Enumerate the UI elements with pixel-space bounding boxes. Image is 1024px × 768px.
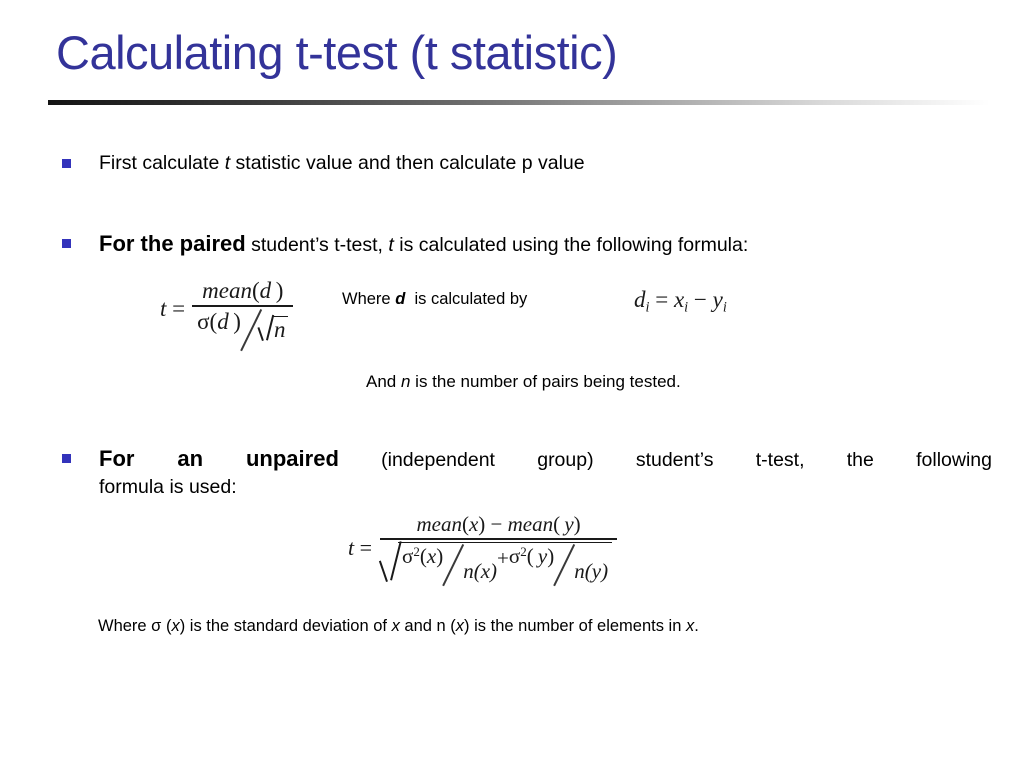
- eq2-t: t: [348, 534, 355, 560]
- equation-difference: di = xi − yi: [634, 287, 727, 317]
- page-title: Calculating t-test (t statistic): [56, 26, 618, 79]
- equation-paired-fraction: mean((d)d ) σ(d ) n: [192, 278, 294, 349]
- bullet-text: First calculate t statistic value and th…: [99, 150, 585, 177]
- sqrt-icon: σ2(x) n(x) + σ2( y) n(y): [385, 541, 613, 584]
- eqd-d-sub: i: [645, 299, 650, 316]
- equation-paired-sigma-term: σ(d ): [197, 309, 241, 335]
- and-n-suffix: is the number of pairs being tested.: [410, 372, 681, 391]
- equation-unpaired-t: t = mean(x) − mean( y) σ2(x) n(x) + σ2( …: [348, 512, 618, 590]
- eq2-ny-label: n(y): [574, 558, 609, 583]
- eq2-nx-label: n(x): [463, 558, 498, 583]
- eq2-sigma2: σ: [508, 543, 521, 568]
- bullet-text: For an unpaired (independent group) stud…: [99, 445, 992, 501]
- equation-unpaired-slash-y: [554, 544, 574, 584]
- bullet1-text-before: First calculate: [99, 152, 225, 174]
- eq2-mean2-arg: ( y): [553, 512, 581, 536]
- eq2-mean1-arg: (x): [461, 512, 486, 536]
- footnote-var1: x: [171, 617, 180, 635]
- eq1-sigma: σ: [197, 308, 210, 334]
- equation-paired-skew-fraction: σ(d ) n: [197, 309, 289, 349]
- footnote-var4: x: [685, 617, 695, 635]
- footnote-part4: ) is the number of elements in: [464, 617, 686, 635]
- bullet3-lead: For an unpaired: [99, 446, 339, 471]
- equation-unpaired-numerator: mean(x) − mean( y): [411, 512, 585, 538]
- eq1-mean: mean: [202, 278, 252, 303]
- eqd-x-sub: i: [684, 299, 689, 316]
- bullet3-line1-rest: (independent group) student’s t-test, th…: [338, 449, 992, 471]
- eq1-mean-arg: ((d)d ): [251, 278, 284, 303]
- eq2-n-x: n(x): [463, 559, 497, 584]
- radical-sign: [385, 542, 398, 584]
- eq2-plus: +: [497, 545, 509, 570]
- where-d-suffix: is calculated by: [409, 290, 528, 308]
- equation-paired-sqrt-n: n: [261, 315, 289, 349]
- bullet3-line1: For an unpaired (independent group) stud…: [99, 445, 992, 474]
- eq2-sigma2-x-term: σ2(x): [402, 544, 443, 569]
- bullet2-text-after: is calculated using the following formul…: [393, 234, 749, 256]
- bullet2-text-before: student’s t-test,: [245, 234, 389, 256]
- bullet-item-unpaired: For an unpaired (independent group) stud…: [62, 445, 992, 501]
- equation-paired-t: t = mean((d)d ) σ(d ) n: [160, 278, 294, 349]
- eq1-d: d: [259, 278, 272, 303]
- equation-unpaired-skew-fraction-y: σ2( y) n(y): [509, 544, 608, 584]
- bullet-square-icon: [62, 239, 71, 248]
- footnote-var2: x: [391, 617, 400, 635]
- bullet-text: For the paired student’s t-test, t is ca…: [99, 230, 748, 259]
- radical-sign: [261, 316, 272, 343]
- eq1-sigma-arg: (d ): [209, 308, 241, 334]
- eq2-mean2: mean: [507, 512, 554, 536]
- bullet-square-icon: [62, 159, 71, 168]
- eq2-minus: −: [490, 512, 503, 536]
- footnote-part2: ) is the standard deviation of: [179, 617, 392, 635]
- equation-unpaired-lhs: t =: [348, 535, 380, 567]
- eq1-equals: =: [172, 296, 186, 322]
- footnote-definitions: Where σ (x) is the standard deviation of…: [98, 617, 699, 636]
- title-divider: [48, 100, 990, 105]
- where-d-variable: d: [395, 290, 406, 308]
- eqd-x: x: [673, 287, 685, 312]
- equation-unpaired-fraction: mean(x) − mean( y) σ2(x) n(x) + σ2( y) n…: [380, 512, 618, 590]
- bullet-item-first-calculate: First calculate t statistic value and th…: [62, 150, 962, 177]
- eqd-y-sub: i: [722, 299, 727, 316]
- equation-paired-numerator: mean((d)d ): [197, 278, 288, 305]
- bullet-item-paired: For the paired student’s t-test, t is ca…: [62, 230, 992, 259]
- where-d-annotation: Where d is calculated by: [342, 290, 527, 309]
- eq2-equals: =: [359, 534, 373, 560]
- bullet1-text-after: statistic value and then calculate p val…: [230, 152, 585, 174]
- eq1-n: n: [271, 315, 289, 343]
- equation-unpaired-radicand: σ2(x) n(x) + σ2( y) n(y): [398, 541, 613, 584]
- eq2-sigma1: σ: [402, 543, 414, 568]
- eqd-y: y: [712, 287, 723, 312]
- equation-unpaired-slash-x: [443, 544, 463, 584]
- footnote-var3: x: [455, 617, 465, 635]
- footnote-part5: .: [694, 617, 699, 635]
- eq2-sigma1-arg: (x): [419, 543, 444, 568]
- equation-paired-denominator: σ(d ) n: [192, 307, 293, 349]
- bullet3-line2: formula is used:: [99, 476, 237, 498]
- eq2-sigma2-y-term: σ2( y): [509, 544, 554, 569]
- where-d-prefix: Where: [342, 290, 396, 308]
- bullet2-lead: For the paired: [99, 231, 246, 256]
- eq1-t: t: [160, 296, 167, 322]
- eq2-mean1: mean: [416, 512, 462, 536]
- equation-unpaired-denominator: σ2(x) n(x) + σ2( y) n(y): [380, 540, 617, 590]
- and-n-annotation: And n is the number of pairs being teste…: [366, 372, 681, 392]
- footnote-part1: Where σ (: [98, 617, 172, 635]
- eqd-minus: −: [693, 287, 707, 312]
- eq2-sigma2-arg: ( y): [526, 543, 555, 568]
- eqd-equals: =: [655, 287, 669, 312]
- and-n-prefix: And: [366, 372, 401, 391]
- eqd-d: d: [634, 287, 646, 312]
- eq2-n-y: n(y): [574, 559, 608, 584]
- sqrt-icon: n: [261, 315, 289, 343]
- footnote-part3: and n (: [399, 617, 456, 635]
- equation-unpaired-skew-fraction-x: σ2(x) n(x): [402, 544, 497, 584]
- bullet-square-icon: [62, 454, 71, 463]
- equation-paired-lhs: t =: [160, 296, 192, 330]
